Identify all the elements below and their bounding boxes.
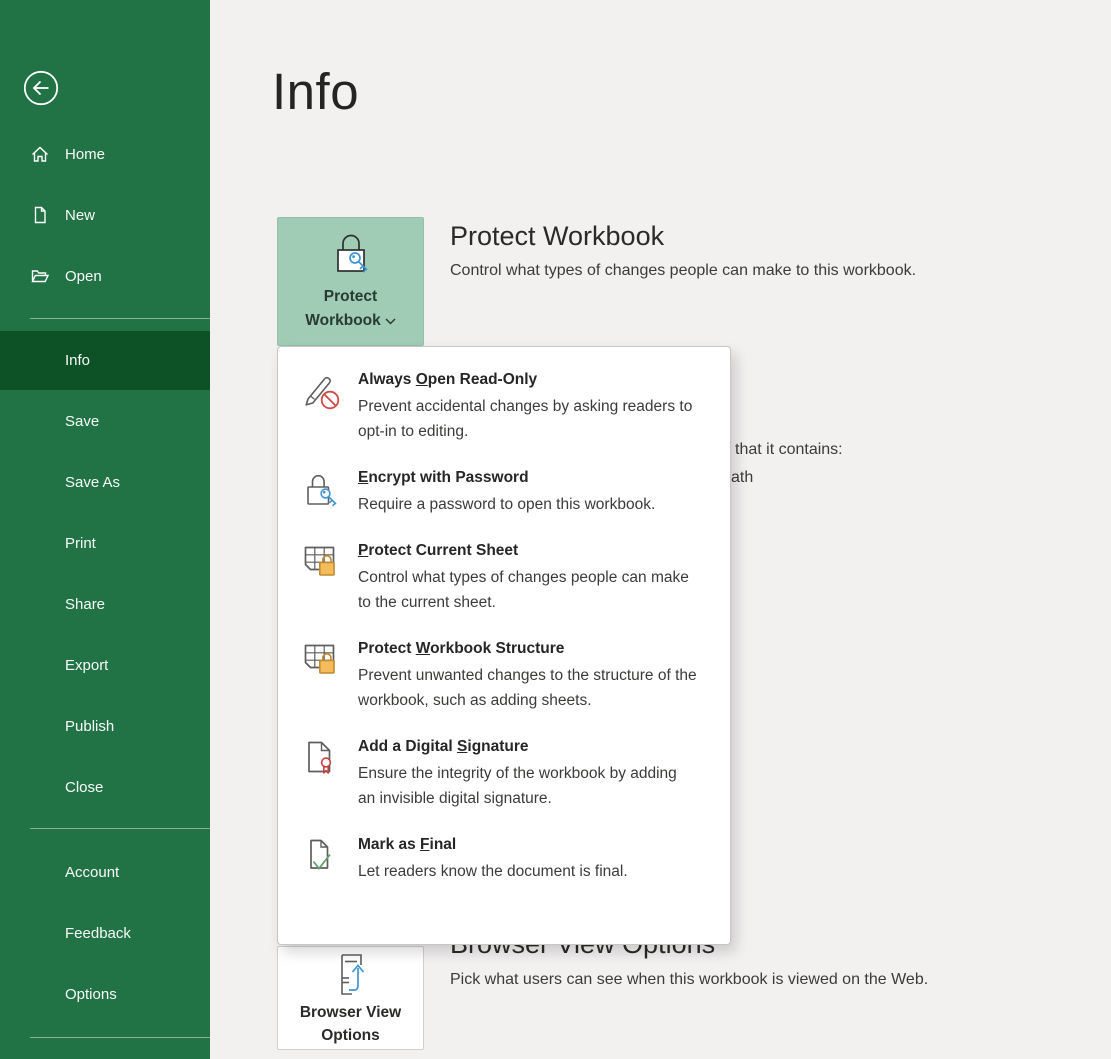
back-arrow-icon <box>22 69 60 107</box>
sidebar-item-label: Account <box>65 864 119 881</box>
protect-structure-icon <box>300 639 340 679</box>
chevron-down-icon <box>385 318 396 325</box>
protect-workbook-button[interactable]: Protect Workbook <box>277 217 424 346</box>
sidebar-item-new[interactable]: New <box>0 193 210 237</box>
protect-sheet-icon <box>300 541 340 581</box>
menu-item-encrypt-with-password[interactable]: Encrypt with Password Require a password… <box>278 455 730 528</box>
menu-item-title: Protect Workbook Structure <box>358 637 706 661</box>
menu-item-title: Always Open Read-Only <box>358 368 706 392</box>
menu-item-description: Let readers know the document is final. <box>358 859 698 884</box>
sidebar-item-label: Export <box>65 657 108 674</box>
browser-view-options-button[interactable]: Browser View Options <box>277 946 424 1050</box>
menu-item-title: Encrypt with Password <box>358 466 706 490</box>
menu-item-description: Prevent unwanted changes to the structur… <box>358 663 698 713</box>
browser-view-options-description: Pick what users can see when this workbo… <box>450 971 928 989</box>
sidebar-item-info[interactable]: Info <box>0 331 210 390</box>
menu-item-protect-workbook-structure[interactable]: Protect Workbook Structure Prevent unwan… <box>278 626 730 724</box>
sidebar-divider <box>30 318 210 319</box>
sidebar-item-label: New <box>65 207 95 224</box>
sidebar-item-label: Publish <box>65 718 114 735</box>
sidebar-divider <box>30 828 210 829</box>
sidebar-item-label: Save <box>65 413 99 430</box>
read-only-pencil-icon <box>300 370 340 410</box>
menu-item-title: Add a Digital Signature <box>358 735 706 759</box>
protect-workbook-description: Control what types of changes people can… <box>450 262 916 280</box>
menu-item-protect-current-sheet[interactable]: Protect Current Sheet Control what types… <box>278 528 730 626</box>
backstage-sidebar: Home New Open Info Save Save As Print Sh… <box>0 0 210 1059</box>
menu-item-title: Protect Current Sheet <box>358 539 706 563</box>
protect-workbook-heading: Protect Workbook <box>450 221 664 252</box>
mark-final-icon <box>300 835 340 875</box>
sidebar-divider <box>30 1037 210 1038</box>
sidebar-item-open[interactable]: Open <box>0 254 210 298</box>
sidebar-item-close[interactable]: Close <box>0 765 210 809</box>
background-text-fragment: that it contains: <box>735 441 843 459</box>
sidebar-item-print[interactable]: Print <box>0 521 210 565</box>
menu-item-always-open-read-only[interactable]: Always Open Read-Only Prevent accidental… <box>278 357 730 455</box>
sidebar-item-feedback[interactable]: Feedback <box>0 911 210 955</box>
menu-item-add-digital-signature[interactable]: Add a Digital Signature Ensure the integ… <box>278 724 730 822</box>
sidebar-item-label: Feedback <box>65 925 131 942</box>
background-text-fragment: ath <box>731 469 753 487</box>
encrypt-lock-key-icon <box>300 468 340 508</box>
new-document-icon <box>30 205 50 225</box>
sidebar-item-export[interactable]: Export <box>0 643 210 687</box>
menu-item-description: Control what types of changes people can… <box>358 565 698 615</box>
sidebar-item-save[interactable]: Save <box>0 399 210 443</box>
protect-workbook-lock-icon <box>330 229 372 281</box>
sidebar-item-options[interactable]: Options <box>0 972 210 1016</box>
home-icon <box>30 144 50 164</box>
protect-workbook-button-label: Protect Workbook <box>292 285 410 333</box>
menu-item-description: Prevent accidental changes by asking rea… <box>358 394 698 444</box>
open-folder-icon <box>30 266 50 286</box>
sidebar-item-label: Info <box>65 352 90 369</box>
sidebar-item-account[interactable]: Account <box>0 850 210 894</box>
browser-view-options-button-label: Browser View Options <box>292 1001 410 1047</box>
sidebar-item-share[interactable]: Share <box>0 582 210 626</box>
menu-item-description: Ensure the integrity of the workbook by … <box>358 761 698 811</box>
menu-item-title: Mark as Final <box>358 833 706 857</box>
menu-item-description: Require a password to open this workbook… <box>358 492 698 517</box>
browser-view-options-icon <box>333 953 369 999</box>
sidebar-item-label: Options <box>65 986 117 1003</box>
back-button[interactable] <box>22 69 60 107</box>
sidebar-item-label: Share <box>65 596 105 613</box>
sidebar-item-save-as[interactable]: Save As <box>0 460 210 504</box>
protect-workbook-menu: Always Open Read-Only Prevent accidental… <box>277 346 731 945</box>
sidebar-item-publish[interactable]: Publish <box>0 704 210 748</box>
sidebar-item-label: Open <box>65 268 102 285</box>
sidebar-item-home[interactable]: Home <box>0 132 210 176</box>
menu-item-mark-as-final[interactable]: Mark as Final Let readers know the docum… <box>278 822 730 895</box>
sidebar-item-label: Close <box>65 779 103 796</box>
sidebar-item-label: Save As <box>65 474 120 491</box>
sidebar-item-label: Print <box>65 535 96 552</box>
sidebar-item-label: Home <box>65 146 105 163</box>
page-title: Info <box>272 62 359 121</box>
digital-signature-icon <box>300 737 340 777</box>
